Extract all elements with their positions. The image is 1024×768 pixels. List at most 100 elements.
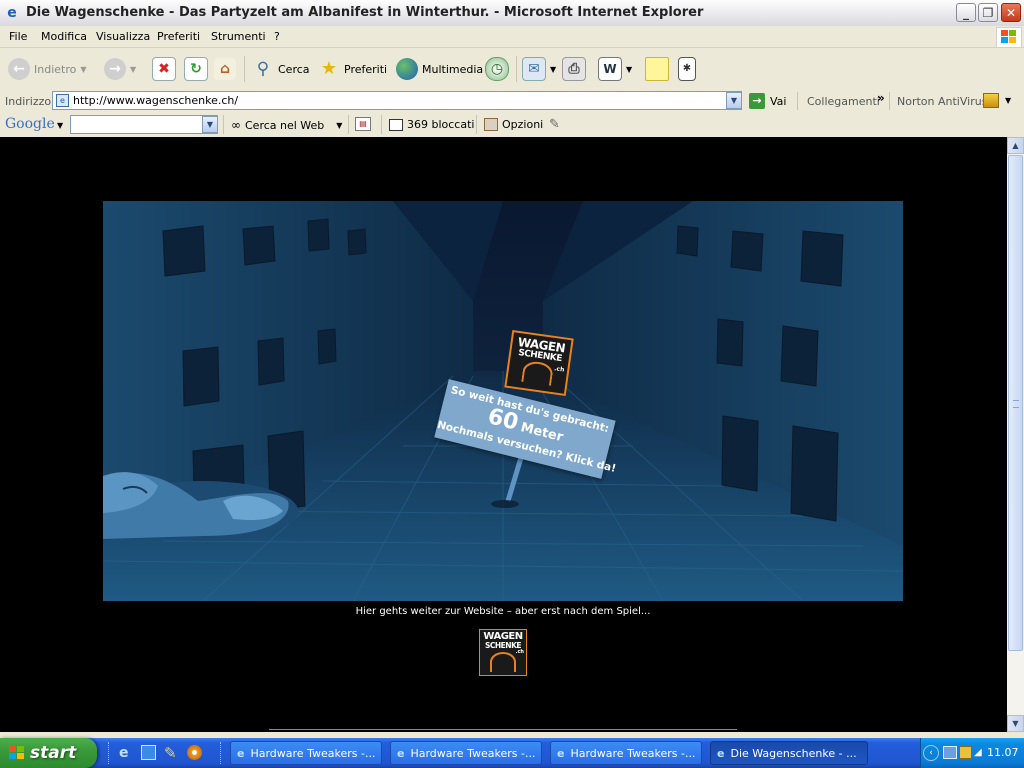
task-ie-icon: e [397, 746, 405, 760]
home-button[interactable]: ⌂ [214, 56, 236, 82]
refresh-button[interactable]: ↻ [184, 56, 208, 82]
norton-dropdown-icon[interactable]: ▼ [1005, 96, 1011, 105]
mail-dropdown-icon[interactable]: ▼ [550, 65, 556, 74]
close-button[interactable]: ✕ [1001, 3, 1021, 22]
sticky-note-icon [645, 57, 669, 81]
minimize-button[interactable]: _ [956, 3, 976, 22]
task-label: Hardware Tweakers -... [250, 746, 376, 760]
multimedia-button[interactable]: Multimedia [396, 56, 483, 82]
go-button[interactable]: → Vai [749, 93, 786, 109]
history-clock-icon: ◷ [485, 57, 509, 81]
edit-dropdown-icon[interactable]: ▼ [626, 65, 632, 74]
address-url: http://www.wagenschenke.ch/ [73, 94, 239, 107]
print-button[interactable]: ⎙ [562, 56, 586, 82]
footer-wagenschenke-logo[interactable]: WAGEN SCHENKE .ch [479, 629, 527, 676]
quicklaunch-grip[interactable] [108, 742, 112, 764]
restore-button[interactable]: ❐ [978, 3, 998, 22]
search-web-button[interactable]: ∞ Cerca nel Web ▼ [231, 118, 342, 132]
sign-wagenschenke-logo[interactable]: WAGEN SCHENKE .ch [504, 329, 574, 397]
task-hardware-tweakers-3[interactable]: e Hardware Tweakers -... [550, 741, 702, 765]
task-ie-icon: e [237, 746, 245, 760]
stop-button[interactable]: ✖ [152, 56, 176, 82]
system-tray: ‹ ◢ 11.07 [920, 738, 1024, 768]
history-button[interactable]: ◷ [485, 56, 509, 82]
binoculars-icon: ∞ [231, 118, 241, 132]
googlebar-separator [476, 115, 477, 134]
quicklaunch-media-player-icon[interactable] [187, 745, 202, 760]
norton-icon[interactable] [983, 93, 999, 108]
sign-logo-suffix: .ch [553, 365, 565, 374]
task-hardware-tweakers-2[interactable]: e Hardware Tweakers -... [390, 741, 542, 765]
multimedia-globe-icon [396, 58, 418, 80]
options-button[interactable]: Opzioni [484, 118, 543, 131]
forward-button[interactable]: → ▼ [104, 56, 136, 82]
word-edit-icon: W [598, 57, 622, 81]
search-button[interactable]: ⚲ Cerca [252, 56, 310, 82]
toolbar-separator [516, 56, 517, 82]
back-dropdown-icon[interactable]: ▼ [80, 65, 86, 74]
refresh-icon: ↻ [184, 57, 208, 81]
multimedia-label: Multimedia [422, 62, 484, 76]
tray-volume-icon[interactable]: ◢ [974, 747, 982, 758]
messenger-button[interactable]: ✱ [678, 56, 696, 82]
start-button[interactable]: start [0, 738, 97, 768]
search-magnifier-icon: ⚲ [256, 59, 270, 79]
tray-network-icon[interactable] [943, 746, 957, 759]
task-die-wagenschenke[interactable]: e Die Wagenschenke - ... [710, 741, 868, 765]
mail-button[interactable]: ✉ ▼ [522, 56, 556, 82]
enter-website-caption[interactable]: Hier gehts weiter zur Website – aber ers… [103, 606, 903, 617]
edit-button[interactable]: W ▼ [598, 56, 632, 82]
address-dropdown-icon[interactable]: ▼ [726, 92, 742, 109]
title-bar: e Die Wagenschenke - Das Partyzelt am Al… [0, 0, 1024, 27]
go-label: Vai [770, 94, 787, 108]
forward-dropdown-icon[interactable]: ▼ [130, 65, 136, 74]
back-arrow-icon: ← [8, 58, 30, 80]
highlighter-pen-icon[interactable]: ✎ [549, 117, 560, 132]
menu-modifica[interactable]: Modifica [41, 30, 87, 43]
google-menu-dropdown-icon[interactable]: ▼ [57, 121, 63, 130]
back-button[interactable]: ← Indietro ▼ [8, 56, 87, 82]
quicklaunch-aim-icon[interactable]: ✎ [164, 744, 177, 762]
home-icon: ⌂ [214, 58, 236, 80]
favorites-label: Preferiti [344, 62, 388, 76]
menu-strumenti[interactable]: Strumenti [211, 30, 266, 43]
links-chevron[interactable]: » [877, 91, 885, 105]
menu-visualizza[interactable]: Visualizza [96, 30, 150, 43]
google-search-dropdown-icon[interactable]: ▼ [202, 116, 218, 133]
address-input[interactable]: e http://www.wagenschenke.ch/ [52, 91, 742, 110]
windows-logo-icon [9, 746, 24, 759]
discuss-button[interactable] [645, 56, 669, 82]
search-web-dropdown-icon[interactable]: ▼ [336, 121, 342, 130]
menu-file[interactable]: File [9, 30, 27, 43]
norton-antivirus-button[interactable]: Norton AntiVirus [897, 95, 987, 108]
menu-bar: File Modifica Visualizza Preferiti Strum… [0, 26, 1024, 48]
google-logo[interactable]: Google [5, 116, 55, 132]
scroll-thumb[interactable] [1008, 155, 1023, 651]
address-label: Indirizzo [5, 95, 52, 108]
back-label: Indietro [34, 62, 77, 76]
quicklaunch-outlook-icon[interactable] [141, 745, 156, 760]
wagon-wheel-icon [521, 359, 554, 386]
news-icon[interactable]: ▤ [355, 117, 371, 131]
task-label: Hardware Tweakers -... [410, 746, 536, 760]
menu-preferiti[interactable]: Preferiti [157, 30, 200, 43]
popup-blocker-button[interactable]: 369 bloccati [389, 118, 474, 131]
clock[interactable]: 11.07 [987, 746, 1019, 759]
favorites-button[interactable]: ★ Preferiti [318, 56, 387, 82]
printer-icon: ⎙ [562, 57, 586, 81]
menu-help[interactable]: ? [274, 30, 280, 43]
tray-expand-chevron-icon[interactable]: ‹ [923, 745, 939, 761]
tray-norton-icon[interactable] [959, 746, 972, 759]
quicklaunch-ie-icon[interactable]: e [119, 745, 129, 761]
popup-blocked-icon [389, 118, 403, 131]
window-title: Die Wagenschenke - Das Partyzelt am Alba… [26, 5, 704, 20]
task-hardware-tweakers-1[interactable]: e Hardware Tweakers -... [230, 741, 382, 765]
links-button[interactable]: Collegamenti [807, 95, 880, 108]
popup-blocked-count: 369 bloccati [407, 118, 475, 131]
scroll-down-icon[interactable]: ▼ [1007, 715, 1024, 732]
taskbar-grip[interactable] [220, 742, 224, 764]
scroll-up-icon[interactable]: ▲ [1007, 137, 1024, 154]
flash-game-scene[interactable]: WAGEN SCHENKE .ch So weit hast du's gebr… [103, 201, 903, 601]
google-search-input[interactable] [70, 115, 218, 134]
addressbar-separator [889, 92, 890, 110]
